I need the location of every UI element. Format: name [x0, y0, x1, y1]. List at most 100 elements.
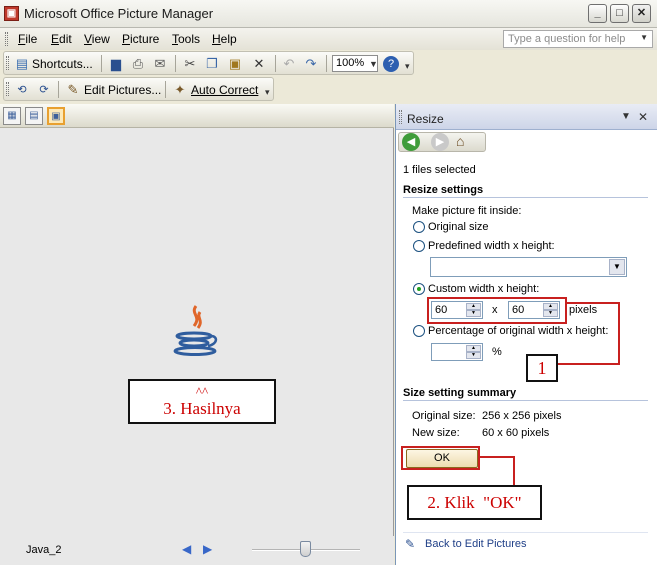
- highlight-ok-button: [401, 446, 480, 470]
- annotation-connector: [618, 302, 620, 365]
- save-icon[interactable]: ▆: [108, 56, 124, 72]
- percentage-input[interactable]: ▲ ▼: [431, 343, 483, 361]
- edit-pictures-icon: ✎: [67, 82, 79, 97]
- section-divider: [403, 197, 648, 198]
- menu-view[interactable]: View: [84, 32, 110, 46]
- shortcuts-icon: ▤: [15, 56, 29, 71]
- undo-icon[interactable]: ↶: [281, 56, 297, 72]
- edit-pictures-button[interactable]: Edit Pictures...: [84, 83, 161, 97]
- menu-file[interactable]: File: [18, 32, 37, 46]
- single-picture-view-icon[interactable]: ▣: [47, 107, 65, 125]
- rotate-left-icon[interactable]: ⟲: [14, 82, 30, 98]
- menu-picture[interactable]: Picture: [122, 32, 159, 46]
- zoom-select[interactable]: 100% ▼: [332, 55, 378, 72]
- picture-preview-area: ^^ 3. Hasilnya: [0, 128, 394, 536]
- task-pane-menu-icon[interactable]: ▼: [621, 111, 631, 122]
- task-pane-title: Resize: [407, 112, 444, 126]
- percentage-spinner[interactable]: ▲ ▼: [466, 345, 481, 359]
- java-logo: [173, 305, 218, 356]
- zoom-dropdown-icon: ▼: [369, 59, 378, 69]
- close-button[interactable]: ✕: [632, 4, 651, 23]
- annotation-step3-text: 3. Hasilnya: [163, 399, 241, 418]
- shortcuts-button[interactable]: Shortcuts...: [32, 57, 93, 71]
- new-size-summary-value: 60 x 60 pixels: [482, 427, 550, 439]
- annotation-step2: 2. Klik "OK": [407, 485, 542, 520]
- original-size-radio[interactable]: [413, 221, 425, 233]
- custom-size-label: Custom width x height:: [428, 283, 540, 295]
- help-search-input[interactable]: Type a question for help ▼: [503, 30, 653, 48]
- predefined-label: Predefined width x height:: [428, 240, 555, 252]
- copy-icon[interactable]: ❐: [204, 56, 220, 72]
- toolbar-grip: [6, 56, 9, 70]
- predefined-dropdown-icon[interactable]: ▼: [609, 259, 625, 275]
- maximize-button[interactable]: □: [610, 4, 629, 23]
- toolbar-separator: [275, 55, 276, 72]
- previous-picture-icon[interactable]: ◀: [182, 542, 191, 556]
- menu-edit[interactable]: Edit: [51, 32, 72, 46]
- minimize-button[interactable]: _: [588, 4, 607, 23]
- percentage-radio[interactable]: [413, 325, 425, 337]
- files-selected-text: 1 files selected: [403, 164, 476, 176]
- zoom-value: 100%: [336, 57, 365, 69]
- annotation-step1: 1: [526, 354, 558, 382]
- task-pane-grip: [399, 110, 402, 124]
- toolbar-grip: [6, 82, 9, 96]
- standard-toolbar: ▤ Shortcuts... ▆ ⎙ ✉ ✂ ❐ ▣ ✕ ↶ ↷ 100% ▼ …: [3, 51, 414, 75]
- original-size-label: Original size: [428, 221, 489, 233]
- footer-divider: [403, 532, 648, 533]
- help-search-placeholder: Type a question for help: [508, 33, 626, 45]
- forward-arrow-icon[interactable]: ▶: [431, 133, 449, 151]
- pixels-unit-label: pixels: [569, 304, 598, 316]
- menubar-grip: [5, 32, 8, 46]
- section-divider: [403, 400, 648, 401]
- home-icon[interactable]: ⌂: [456, 133, 464, 149]
- filmstrip-view-icon[interactable]: ▤: [25, 107, 43, 125]
- annotation-step3: ^^ 3. Hasilnya: [128, 379, 276, 424]
- edit-pictures-link-icon: ✎: [405, 537, 416, 551]
- custom-size-radio[interactable]: [413, 283, 425, 295]
- auto-correct-button[interactable]: Auto Correct: [191, 83, 258, 97]
- paste-icon[interactable]: ▣: [227, 56, 243, 72]
- predefined-size-select[interactable]: ▼: [430, 257, 627, 277]
- original-size-summary-label: Original size:: [412, 410, 476, 422]
- cut-icon[interactable]: ✂: [182, 56, 198, 72]
- size-summary-heading: Size setting summary: [403, 387, 517, 399]
- zoom-slider-thumb[interactable]: [300, 541, 311, 557]
- toolbar-options-icon[interactable]: ▾: [405, 61, 410, 72]
- next-picture-icon[interactable]: ▶: [203, 542, 212, 556]
- menu-tools[interactable]: Tools: [172, 32, 200, 46]
- email-icon[interactable]: ✉: [152, 56, 168, 72]
- predefined-radio[interactable]: [413, 240, 425, 252]
- resize-settings-heading: Resize settings: [403, 184, 484, 196]
- help-dropdown-icon[interactable]: ▼: [640, 33, 648, 42]
- menu-help[interactable]: Help: [212, 32, 237, 46]
- toolbar-separator: [175, 55, 176, 72]
- original-size-summary-value: 256 x 256 pixels: [482, 410, 562, 422]
- help-icon[interactable]: ?: [383, 56, 399, 72]
- fit-inside-label: Make picture fit inside:: [412, 205, 522, 217]
- annotation-connector: [557, 363, 620, 365]
- back-arrow-icon[interactable]: ◀: [402, 133, 420, 151]
- back-to-edit-pictures-link[interactable]: Back to Edit Pictures: [425, 538, 527, 550]
- toolbar-options-icon[interactable]: ▾: [265, 87, 270, 98]
- toolbar-separator: [165, 81, 166, 98]
- toolbar-separator: [326, 55, 327, 72]
- delete-icon[interactable]: ✕: [251, 56, 267, 72]
- annotation-step3-marks: ^^: [195, 384, 209, 399]
- picture-toolbar: ⟲ ⟳ ✎ Edit Pictures... ✦ Auto Correct ▾: [3, 77, 274, 101]
- thumbnail-view-icon[interactable]: ▦: [3, 107, 21, 125]
- new-size-summary-label: New size:: [412, 427, 460, 439]
- percentage-label: Percentage of original width x height:: [428, 325, 609, 337]
- toolbar-separator: [101, 55, 102, 72]
- task-pane-nav: ◀ ▶ ⌂: [396, 130, 657, 154]
- view-bar: ▦ ▤ ▣: [0, 104, 394, 128]
- picture-manager-icon: ▣: [4, 6, 19, 21]
- rotate-right-icon[interactable]: ⟳: [36, 82, 52, 98]
- print-icon[interactable]: ⎙: [130, 56, 146, 72]
- highlight-custom-size: [427, 297, 567, 324]
- redo-icon[interactable]: ↷: [303, 56, 319, 72]
- task-pane-header: Resize ▼ ✕: [396, 104, 657, 130]
- window-title: Microsoft Office Picture Manager: [24, 6, 214, 21]
- auto-correct-icon: ✦: [174, 82, 186, 97]
- task-pane-close-icon[interactable]: ✕: [638, 110, 648, 124]
